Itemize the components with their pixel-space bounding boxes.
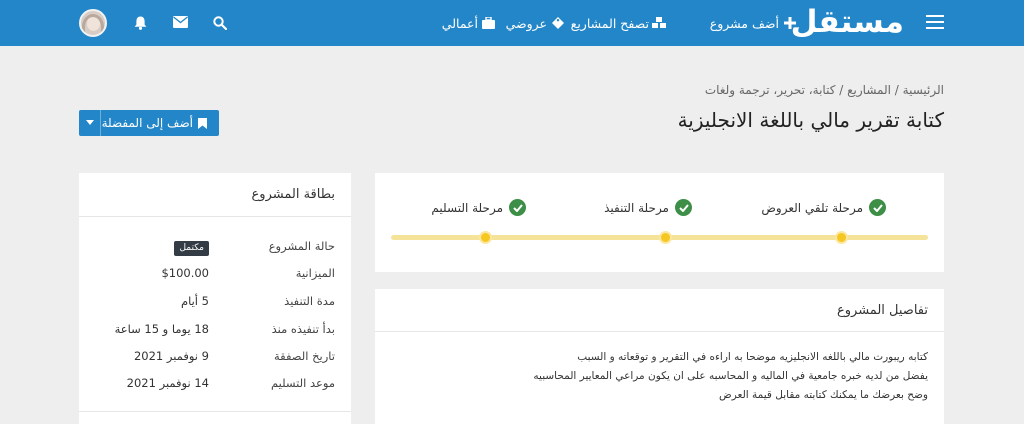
stage-execution: مرحلة التنفيذ [604,199,692,216]
stage-receiving-offers: مرحلة تلقي العروض [761,199,886,216]
project-description: كتابه ريبورت مالي باللغه الانجليزيه موضح… [375,332,944,405]
page-title: كتابة تقرير مالي باللغة الانجليزية [677,108,944,132]
briefcase-icon [482,17,495,29]
stage-label: مرحلة تلقي العروض [761,200,863,215]
row-key: مدة التنفيذ [284,294,335,308]
nav-my-offers[interactable]: عروضي [506,0,564,46]
description-line: يفضل من لديه خبره جامعية في الماليه و ال… [533,370,928,382]
project-card-title: بطاقة المشروع [79,173,351,217]
progress-dot [479,231,492,244]
check-circle-icon [509,199,526,216]
check-circle-icon [675,199,692,216]
duration-row: مدة التنفيذ 5 أيام [95,291,335,311]
breadcrumb-separator: / [894,83,899,97]
project-stages-card: مرحلة تلقي العروض مرحلة التنفيذ مرحلة ال… [375,173,944,272]
add-to-favorites-label: أضف إلى المفضلة [101,116,193,130]
check-circle-icon [869,199,886,216]
started-row: بدأ تنفيذه منذ 18 يوما و 15 ساعة [95,319,335,339]
hamburger-menu-icon[interactable] [926,15,944,29]
row-key: موعد التسليم [270,376,335,390]
budget-row: الميزانية $100.00 [95,263,335,283]
nav-my-offers-label: عروضي [505,15,547,31]
description-line: وضح بعرضك ما يمكنك كتابته مقابل قيمة الع… [719,389,928,401]
row-value: 18 يوما و 15 ساعة [114,322,209,336]
nav-add-project-label: أضف مشروع [709,15,779,31]
button-divider [100,110,101,136]
progress-dot [835,231,848,244]
breadcrumb-category[interactable]: كتابة، تحرير، ترجمة ولغات [705,83,836,97]
envelope-icon[interactable] [173,16,188,30]
tag-icon [552,17,564,29]
search-icon[interactable] [213,16,227,30]
nav-my-works[interactable]: أعمالي [442,0,495,46]
row-value: 9 نوفمبر 2021 [133,349,209,363]
row-value: 5 أيام [180,294,209,308]
caret-down-icon[interactable] [86,120,94,126]
project-details-title: تفاصيل المشروع [375,289,944,332]
row-key: حالة المشروع [268,239,335,253]
breadcrumb: الرئيسية / المشاريع / كتابة، تحرير، ترجم… [705,83,944,97]
breadcrumb-projects[interactable]: المشاريع [847,83,891,97]
progress-track [391,231,928,244]
delivery-date-row: موعد التسليم 14 نوفمبر 2021 [95,373,335,393]
row-key: تاريخ الصفقة [273,349,335,363]
nav-my-works-label: أعمالي [441,15,478,31]
add-to-favorites-button[interactable]: أضف إلى المفضلة [79,110,219,136]
breadcrumb-separator: / [839,83,844,97]
row-value: $100.00 [161,266,209,280]
nav-browse-projects[interactable]: تصفح المشاريع [571,0,666,46]
card-divider [79,411,351,412]
nav-browse-projects-label: تصفح المشاريع [570,15,649,31]
nav-add-project[interactable]: أضف مشروع [710,0,796,46]
add-to-favorites-label-group: أضف إلى المفضلة [102,110,207,136]
project-info-card: بطاقة المشروع حالة المشروع مكتمل الميزان… [79,173,351,424]
project-details-card: تفاصيل المشروع كتابه ريبورت مالي باللغه … [375,289,944,424]
bookmark-icon [198,117,207,129]
avatar-scarf [82,14,104,35]
row-value: 14 نوفمبر 2021 [126,376,209,390]
progress-dot [659,231,672,244]
user-avatar[interactable] [79,9,107,37]
breadcrumb-home[interactable]: الرئيسية [903,83,944,97]
deal-date-row: تاريخ الصفقة 9 نوفمبر 2021 [95,346,335,366]
stage-delivery: مرحلة التسليم [431,199,526,216]
row-key: الميزانية [295,266,335,280]
mostaql-logo[interactable]: مستقل [791,3,905,41]
cubes-icon [652,17,666,29]
row-value: مكتمل [174,236,209,256]
bell-icon[interactable] [133,16,147,30]
project-status-row: حالة المشروع مكتمل [95,236,335,256]
row-key: بدأ تنفيذه منذ [271,322,335,336]
stage-label: مرحلة التسليم [431,200,503,215]
stage-label: مرحلة التنفيذ [604,200,669,215]
top-navbar: مستقل أضف مشروع تصفح المشاريع عروضي أعما… [0,0,1024,46]
status-badge: مكتمل [174,241,209,256]
plus-icon [784,17,796,29]
description-line: كتابه ريبورت مالي باللغه الانجليزيه موضح… [577,351,928,363]
